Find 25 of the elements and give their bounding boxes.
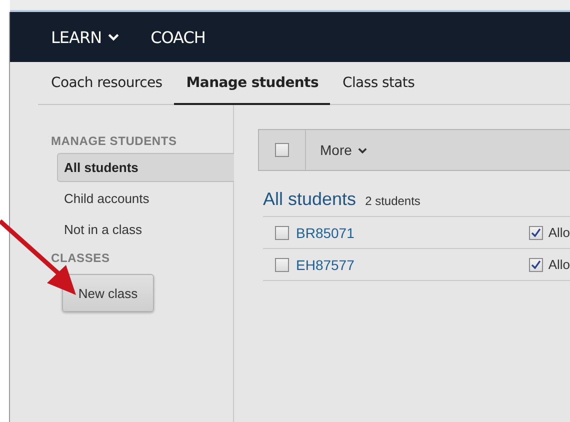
chevron-down-icon — [108, 33, 119, 41]
allow-checkbox[interactable] — [529, 226, 544, 240]
sidebar-item[interactable]: Not in a class — [57, 215, 234, 244]
more-dropdown[interactable]: More — [306, 130, 367, 170]
chevron-down-icon — [358, 146, 367, 154]
new-class-button[interactable]: New class — [62, 274, 154, 312]
section-heading: CLASSES — [51, 251, 110, 265]
allow-checkbox[interactable] — [529, 258, 544, 272]
nav-item[interactable]: COACH — [150, 28, 206, 46]
row-checkbox[interactable] — [275, 226, 289, 240]
student-link[interactable]: BR85071 — [296, 224, 354, 240]
select-all-checkbox[interactable] — [275, 143, 289, 157]
sidebar-item[interactable]: Child accounts — [57, 184, 234, 213]
student-count: 2 students — [365, 194, 420, 208]
allow-label: Allo — [548, 225, 570, 240]
allow-label: Allo — [548, 257, 570, 272]
tab[interactable]: Manage students — [174, 62, 330, 105]
list-title: All students — [263, 189, 356, 210]
sidebar-item[interactable]: All students — [57, 153, 234, 182]
section-heading: MANAGE STUDENTS — [51, 134, 177, 148]
nav-item[interactable]: LEARN — [51, 28, 119, 46]
tab[interactable]: Class stats — [330, 62, 427, 105]
row-checkbox[interactable] — [275, 258, 289, 272]
student-link[interactable]: EH87577 — [296, 256, 354, 272]
tab[interactable]: Coach resources — [38, 62, 174, 105]
